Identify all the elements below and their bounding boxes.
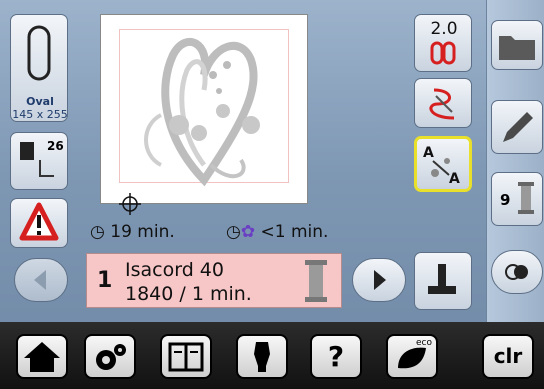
zoom-button[interactable]: 2.0 [414, 14, 472, 72]
presser-foot-icon [428, 264, 456, 294]
folder-icon [499, 36, 535, 60]
svg-text:A: A [423, 145, 434, 161]
clear-label: clr [493, 344, 523, 368]
creative-consultant-button[interactable] [236, 334, 288, 379]
pencil-icon [503, 112, 533, 142]
previous-color-button[interactable] [14, 258, 68, 302]
spool-icon [305, 260, 327, 302]
clock-icon: ◷ [90, 222, 105, 242]
hoop-size: 145 x 255 [12, 108, 68, 121]
arrow-right-icon [374, 270, 386, 290]
thread-brand: Isacord 40 [125, 259, 224, 281]
thread-index: 1 [97, 268, 113, 293]
thread-cut-button[interactable] [414, 252, 472, 310]
pattern-start-button[interactable] [414, 78, 472, 128]
edit-button[interactable] [491, 100, 543, 154]
thread-select-button[interactable]: 9 [491, 172, 543, 226]
color-time: ◷✿ <1 min. [226, 222, 329, 242]
thread-detail: 1840 / 1 min. [125, 283, 252, 305]
crosshair-icon [119, 193, 141, 215]
thread-info-panel[interactable]: 1 Isacord 40 1840 / 1 min. [86, 253, 342, 308]
color-change-button[interactable]: A A [414, 136, 472, 192]
embroidery-preview[interactable] [100, 14, 308, 215]
svg-text:A: A [449, 171, 460, 187]
color-palette-icon: ✿ [240, 222, 256, 242]
embroidery-screen: Oval 145 x 255 26 2.0 A A ◷ 19 min. ◷✿ <… [0, 0, 544, 389]
dress-form-icon [254, 342, 270, 372]
needle-stop-button[interactable] [491, 250, 543, 294]
folder-button[interactable] [491, 20, 543, 70]
help-button[interactable]: ? [310, 334, 362, 379]
hoop-zoom-icon [430, 41, 456, 65]
tutorial-button[interactable] [160, 334, 212, 379]
book-icon [168, 342, 204, 372]
oval-hoop-icon [27, 25, 51, 81]
stitch-edit-button[interactable]: 26 [10, 132, 68, 190]
clear-button[interactable]: clr [482, 334, 534, 379]
hoop-name: Oval [26, 95, 54, 108]
home-icon [24, 342, 60, 372]
next-color-button[interactable] [352, 258, 406, 302]
hoop-select-button[interactable]: Oval 145 x 255 [10, 14, 68, 122]
thread-side-count: 9 [500, 191, 511, 209]
warning-button[interactable] [10, 198, 68, 248]
record-icon [505, 264, 528, 280]
home-button[interactable] [16, 334, 68, 379]
zoom-value: 2.0 [430, 19, 458, 39]
eco-button[interactable]: eco [386, 334, 438, 379]
thread-color-icon: A A [423, 145, 460, 187]
arrow-left-icon [34, 270, 46, 290]
stitch-count: 26 [47, 139, 64, 153]
bottom-toolbar: ? eco clr [0, 322, 544, 389]
warning-icon [19, 202, 59, 241]
clock-icon: ◷ [226, 222, 241, 242]
total-time: ◷ 19 min. [90, 222, 175, 242]
stitch-path-icon [429, 88, 455, 120]
help-label: ? [327, 340, 345, 373]
spool-icon [518, 182, 534, 214]
right-panel: 9 [486, 0, 544, 322]
heart-design-image [144, 38, 260, 187]
gear-icon [96, 344, 126, 370]
setup-button[interactable] [84, 334, 136, 379]
eco-label: eco [416, 338, 432, 348]
